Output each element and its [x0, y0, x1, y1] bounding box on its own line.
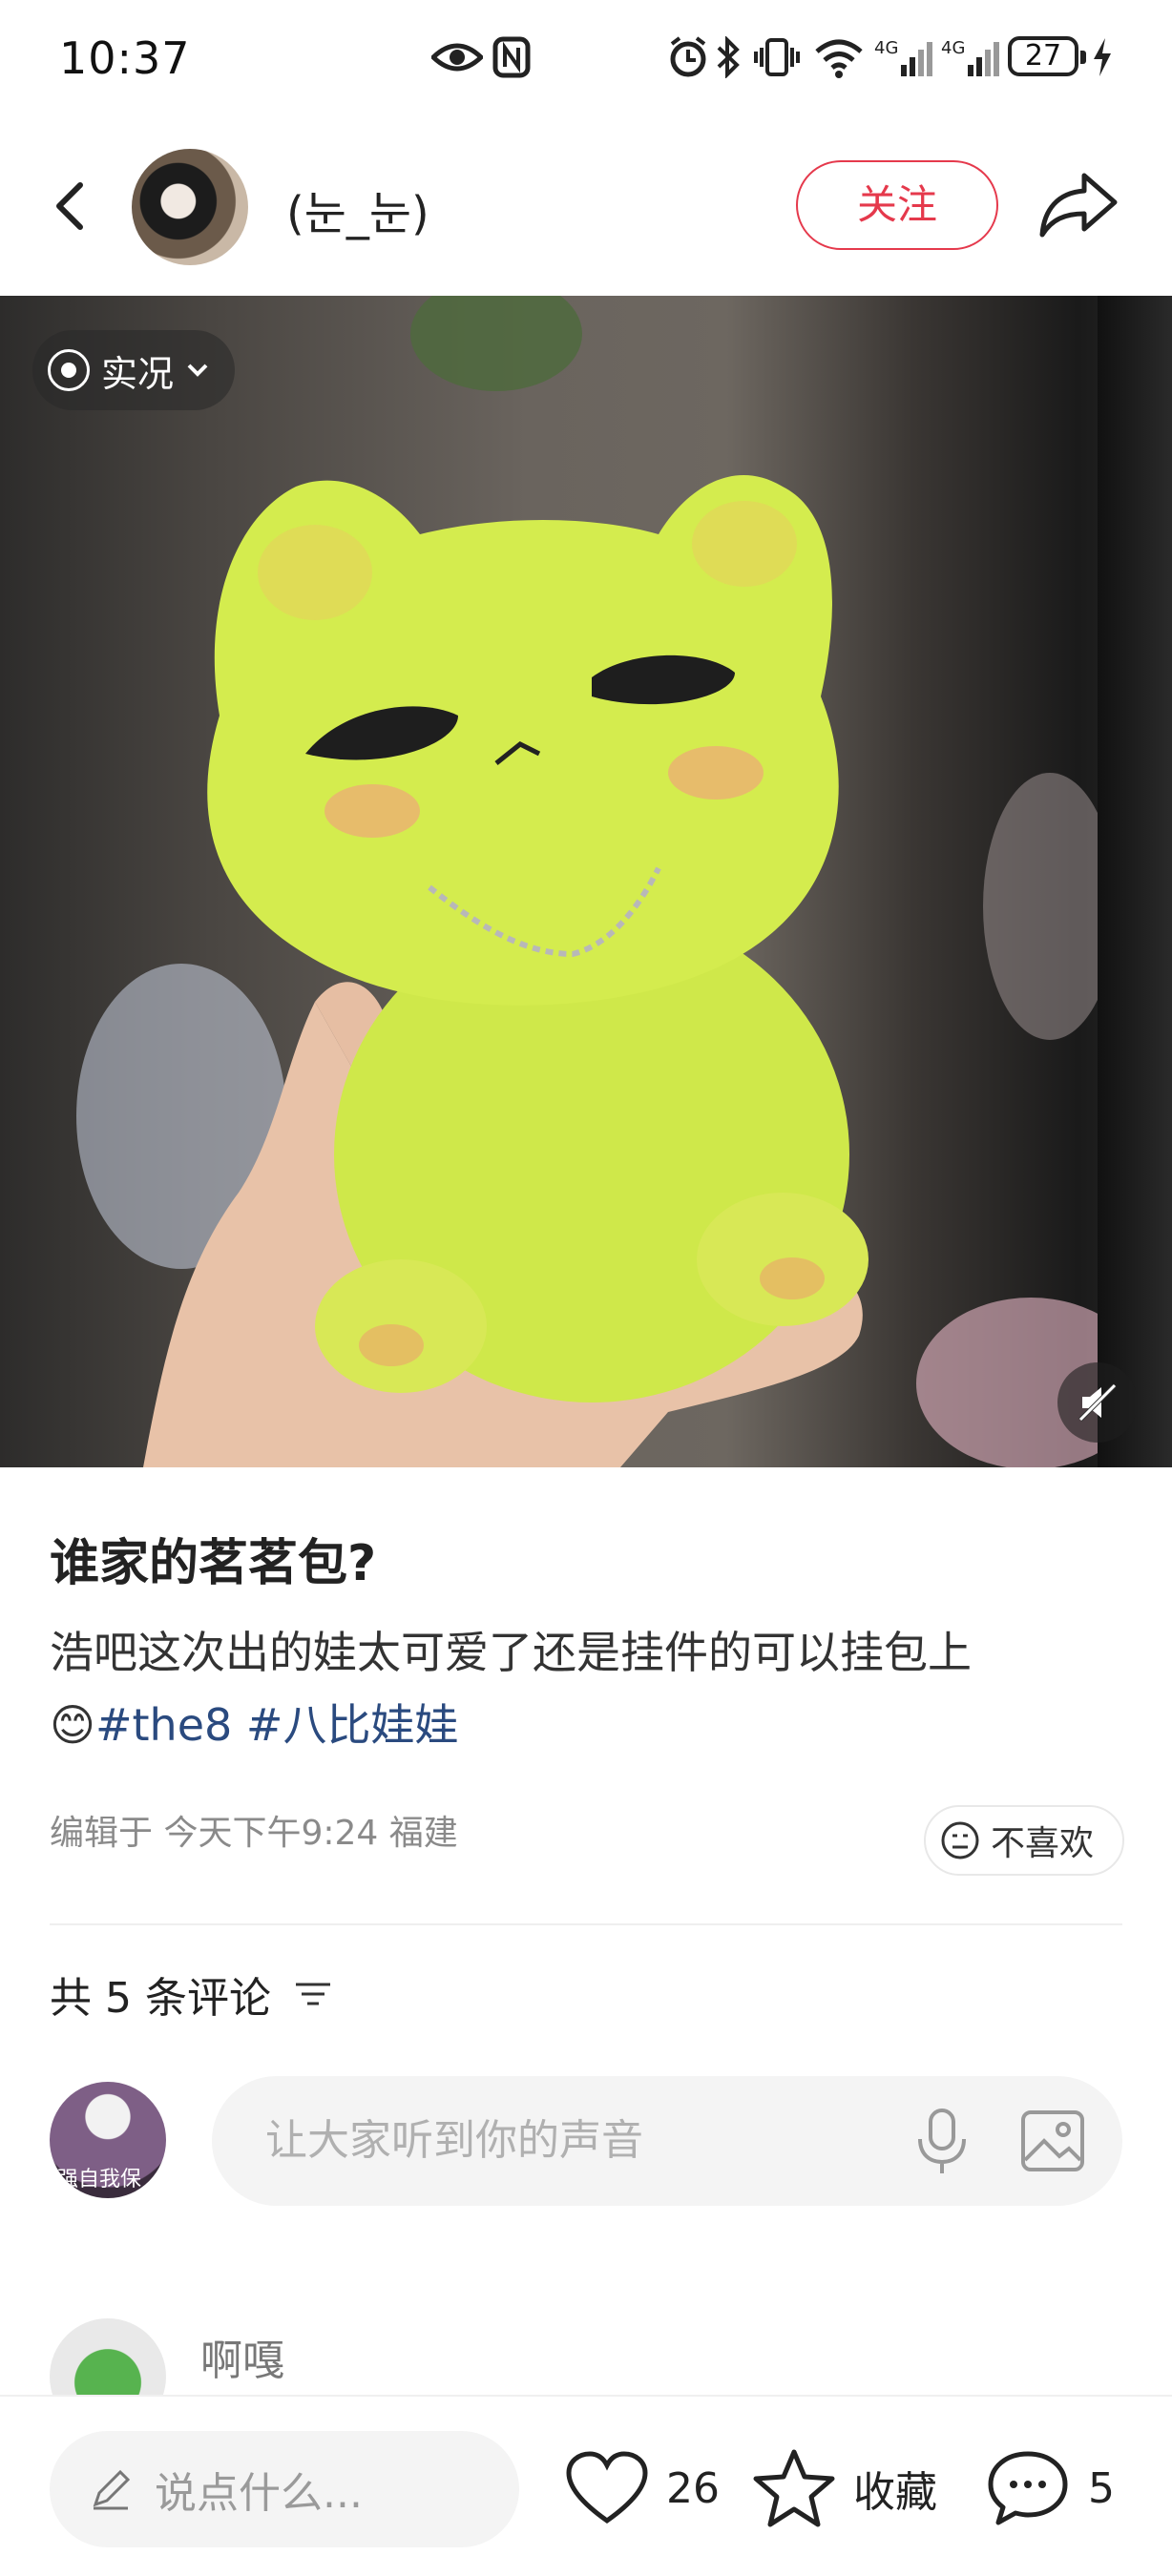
my-avatar: 强自我保: [50, 2082, 166, 2198]
favorite-button[interactable]: 收藏: [752, 2441, 937, 2536]
post-photo[interactable]: 实况: [0, 296, 1172, 1467]
vibrate-icon: [754, 34, 800, 80]
like-count: 26: [666, 2463, 720, 2513]
photo-frame-edge: [1098, 296, 1172, 1467]
divider: [50, 1923, 1122, 1925]
status-bar: 10:37 4G 4G 27: [0, 0, 1172, 114]
wifi-icon: [813, 34, 865, 80]
follow-button[interactable]: 关注: [796, 160, 998, 250]
post-emoji: 😊: [50, 1699, 95, 1751]
back-button[interactable]: [38, 172, 107, 240]
microphone-icon[interactable]: [909, 2105, 975, 2177]
heart-icon: [566, 2451, 648, 2524]
my-avatar-text: 强自我保: [57, 2168, 142, 2192]
post-body-text: 浩吧这次出的娃太可爱了还是挂件的可以挂包上: [50, 1627, 972, 1678]
author-username[interactable]: (눈_눈): [286, 176, 429, 242]
share-icon: [1039, 173, 1118, 238]
mute-button[interactable]: [1057, 1362, 1138, 1443]
chevron-down-icon: [187, 364, 208, 377]
live-icon: [48, 349, 90, 391]
speaker-muted-icon: [1078, 1383, 1117, 1422]
signal-4g-icon: 4G: [874, 34, 933, 80]
favorite-label: 收藏: [853, 2468, 937, 2517]
dislike-button[interactable]: 不喜欢: [924, 1805, 1124, 1876]
say-placeholder: 说点什么...: [155, 2469, 363, 2518]
nfc-icon: [492, 34, 531, 80]
svg-text:4G: 4G: [874, 38, 898, 58]
pen-icon: [93, 2469, 131, 2510]
eye-icon: [431, 34, 483, 80]
post-title: 谁家的茗茗包?: [50, 1535, 377, 1592]
svg-text:4G: 4G: [941, 38, 965, 58]
like-button[interactable]: 26: [565, 2441, 720, 2536]
post-header: (눈_눈) 关注: [0, 143, 1172, 267]
dislike-label: 不喜欢: [991, 1824, 1095, 1863]
share-button[interactable]: [1038, 170, 1119, 240]
battery-indicator: 27: [1008, 36, 1086, 76]
comment-input[interactable]: 让大家听到你的声音: [212, 2076, 1122, 2206]
post-meta: 编辑于 今天下午9:24 福建: [50, 1814, 458, 1853]
charging-icon: [1092, 34, 1113, 80]
comment-count-label: 共 5 条评论: [50, 1974, 271, 2023]
comment-count: 共 5 条评论: [50, 1963, 334, 2025]
live-photo-chip[interactable]: 实况: [32, 330, 235, 410]
commenter-name[interactable]: 啊嘎: [200, 2326, 284, 2387]
live-label: 实况: [101, 352, 175, 395]
image-icon[interactable]: [1017, 2105, 1088, 2177]
signal-4g-icon: 4G: [941, 34, 1000, 80]
back-arrow-icon: [56, 182, 83, 230]
bottom-action-bar: 说点什么... 26 收藏 5: [0, 2395, 1172, 2576]
sort-icon[interactable]: [292, 1975, 334, 2013]
neutral-face-icon: [941, 1821, 979, 1859]
hashtag-link[interactable]: #the8: [95, 1699, 232, 1751]
hashtag-link[interactable]: #八比娃娃: [246, 1699, 459, 1751]
post-body: 浩吧这次出的娃太可爱了还是挂件的可以挂包上 😊#the8 #八比娃娃: [50, 1616, 1128, 1761]
photo-illustration: [76, 296, 1145, 1467]
bluetooth-icon: [716, 34, 741, 80]
comment-bubble-icon: [988, 2451, 1068, 2525]
comment-count-bottom: 5: [1088, 2463, 1115, 2513]
alarm-icon: [668, 34, 708, 80]
comment-button[interactable]: 5: [985, 2441, 1115, 2536]
say-something-input[interactable]: 说点什么...: [50, 2431, 519, 2547]
status-time: 10:37: [59, 32, 191, 84]
author-avatar[interactable]: [132, 149, 248, 265]
star-icon: [753, 2449, 835, 2527]
